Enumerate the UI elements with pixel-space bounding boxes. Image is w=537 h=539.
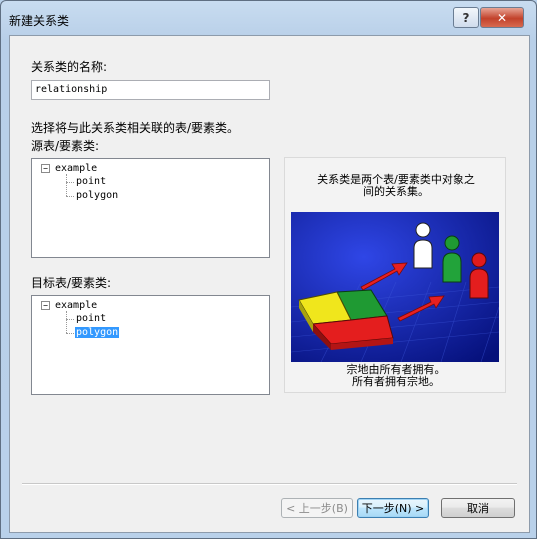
separator [22, 483, 517, 485]
back-button[interactable]: < 上一步(B) [281, 498, 353, 518]
destination-item-point[interactable]: point [75, 313, 107, 324]
collapse-icon[interactable]: − [41, 164, 50, 173]
instruction-text: 选择将与此关系类相关联的表/要素类。 [31, 121, 240, 135]
destination-root-label[interactable]: example [55, 300, 97, 311]
relationship-illustration [291, 212, 499, 362]
source-item-point[interactable]: point [75, 176, 107, 187]
source-tree-root[interactable]: − example [41, 163, 97, 174]
tree-connector [66, 196, 74, 197]
destination-tree-root[interactable]: − example [41, 300, 97, 311]
tree-connector [66, 311, 67, 333]
person-green-icon [442, 235, 462, 283]
person-red-icon [469, 252, 489, 299]
source-tree[interactable]: − example point polygon [31, 158, 270, 258]
next-button[interactable]: 下一步(N) > [357, 498, 429, 518]
tree-connector [66, 333, 74, 334]
source-item-polygon[interactable]: polygon [75, 190, 119, 201]
window-title: 新建关系类 [9, 14, 70, 28]
dialog-body: 关系类的名称: relationship 选择将与此关系类相关联的表/要素类。 … [9, 35, 530, 533]
dialog-window: 新建关系类 ? ✕ 关系类的名称: relationship 选择将与此关系类相… [0, 0, 537, 539]
tree-connector [66, 319, 74, 320]
destination-label: 目标表/要素类: [31, 276, 112, 290]
help-icon: ? [462, 10, 470, 25]
close-icon: ✕ [496, 10, 508, 25]
name-label: 关系类的名称: [31, 60, 108, 74]
info-caption-line-2: 所有者拥有宗地。 [352, 375, 440, 388]
person-white-icon [413, 222, 433, 269]
relationship-name-input[interactable]: relationship [31, 80, 270, 100]
collapse-icon[interactable]: − [41, 301, 50, 310]
destination-item-polygon[interactable]: polygon [75, 327, 120, 338]
relationship-info-panel: 关系类是两个表/要素类中对象之 间的关系集。 宗地由所有者拥有。 所有者拥有宗地… [284, 157, 506, 393]
tree-connector [66, 174, 67, 196]
close-button[interactable]: ✕ [480, 7, 524, 28]
tree-connector [66, 182, 74, 183]
info-heading-line-2: 间的关系集。 [363, 185, 429, 198]
help-button[interactable]: ? [453, 7, 479, 28]
cancel-button[interactable]: 取消 [441, 498, 515, 518]
source-label: 源表/要素类: [31, 139, 100, 153]
destination-tree[interactable]: − example point polygon [31, 295, 270, 395]
title-bar[interactable]: 新建关系类 ? ✕ [1, 1, 536, 35]
source-root-label[interactable]: example [55, 163, 97, 174]
